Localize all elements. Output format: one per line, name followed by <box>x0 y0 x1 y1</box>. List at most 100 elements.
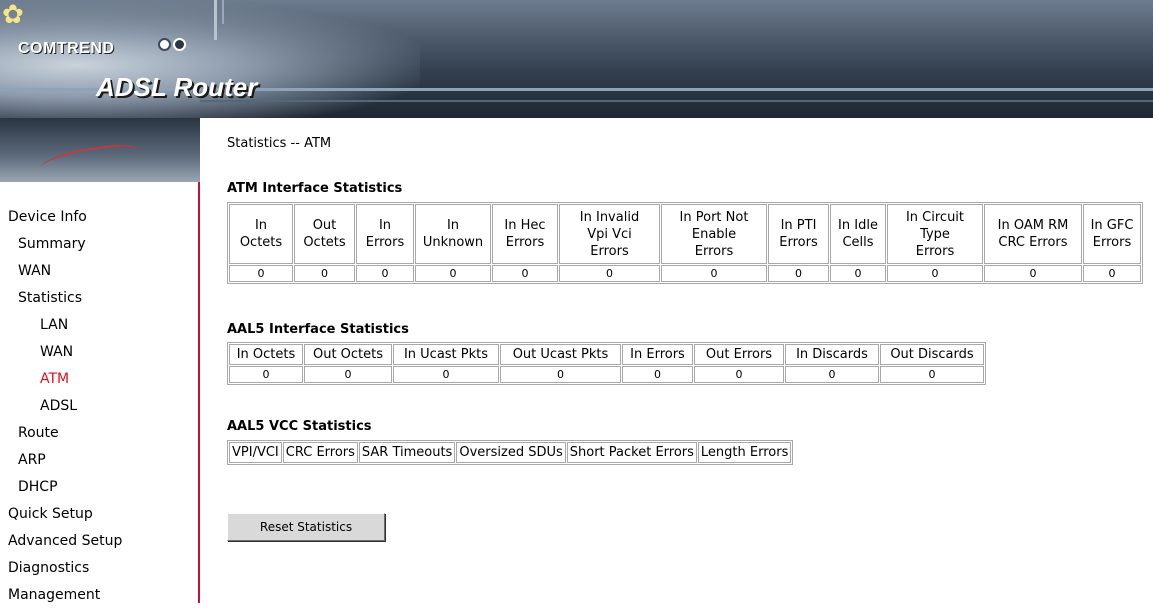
table-cell: 0 <box>356 265 414 282</box>
column-header: In Idle Cells <box>830 204 886 264</box>
column-header: Out Errors <box>694 344 784 365</box>
page-title: Statistics -- ATM <box>227 136 332 151</box>
column-header-line: In Port Not <box>679 209 749 225</box>
column-header: Out Octets <box>304 344 392 365</box>
column-header-line: Unknown <box>422 235 484 250</box>
table-cell: 0 <box>559 265 660 282</box>
column-header-line: Errors <box>505 235 545 250</box>
sidebar-header-art <box>0 118 200 182</box>
table-header-row: In Octets Out Octets In Ucast Pkts Out Ucas… <box>229 344 984 365</box>
column-header-line: Octets <box>303 235 346 250</box>
column-header: In Discards <box>785 344 879 365</box>
banner-decor-line <box>214 0 217 40</box>
column-header-line: Cells <box>842 235 874 250</box>
atm-interface-table: In Octets Out Octets In Errors In Unknown In Hec… <box>227 202 1143 284</box>
column-header: In Ucast Pkts <box>393 344 499 365</box>
column-header: In Octets <box>229 204 293 264</box>
sidebar-item-advanced-setup[interactable]: Advanced Setup <box>8 528 198 555</box>
column-header: In Octets <box>229 344 303 365</box>
column-header: In OAM RM CRC Errors <box>984 204 1082 264</box>
column-header-line: Errors <box>915 243 955 259</box>
table-cell: 0 <box>415 265 491 282</box>
column-header-line: In PTI <box>780 218 817 233</box>
table-cell: 0 <box>393 366 499 383</box>
column-header: Short Packet Errors <box>566 442 697 463</box>
aal5-vcc-table: VPI/VCI CRC Errors SAR Timeouts Oversized S… <box>227 440 794 465</box>
sidebar-item-quick-setup[interactable]: Quick Setup <box>8 501 198 528</box>
table-cell: 0 <box>294 265 355 282</box>
table-cell: 0 <box>229 366 303 383</box>
column-header: In Port Not Enable Errors <box>661 204 767 264</box>
table-cell: 0 <box>304 366 392 383</box>
column-header: Oversized SDUs <box>456 442 566 463</box>
company-logo-text: COMTREND <box>18 40 115 57</box>
swoosh-decoration <box>38 141 142 177</box>
sidebar-item-lan[interactable]: LAN <box>8 312 198 339</box>
column-header: Length Errors <box>697 442 792 463</box>
sidebar-item-wan[interactable]: WAN <box>8 258 198 285</box>
vcc-section-title: AAL5 VCC Statistics <box>227 419 372 434</box>
table-cell: 0 <box>785 366 879 383</box>
column-header-line: In Hec <box>504 218 546 233</box>
column-header-line: In <box>378 218 392 233</box>
column-header-line: Octets <box>239 235 283 250</box>
sidebar-item-adsl[interactable]: ADSL <box>8 393 198 420</box>
reset-statistics-button[interactable]: Reset Statistics <box>227 513 385 541</box>
column-header: In Hec Errors <box>492 204 558 264</box>
sidebar-item-diagnostics[interactable]: Diagnostics <box>8 555 198 582</box>
flower-logo-icon: ✿ <box>2 0 24 30</box>
column-header: In Circuit Type Errors <box>887 204 983 264</box>
table-cell: 0 <box>492 265 558 282</box>
table-cell: 0 <box>768 265 829 282</box>
table-row: 00000000 <box>229 366 984 383</box>
column-header: In Unknown <box>415 204 491 264</box>
sidebar-item-route[interactable]: Route <box>8 420 198 447</box>
table-cell: 0 <box>229 265 293 282</box>
logo-circles-icon <box>158 38 188 55</box>
table-cell: 0 <box>1083 265 1141 282</box>
column-header: VPI/VCI <box>229 442 282 463</box>
header-banner: ✿ COMTREND ADSL Router <box>0 0 1153 118</box>
column-header-line: In <box>446 218 460 233</box>
table-row: 000000000000 <box>229 265 1141 282</box>
column-header-line: Errors <box>694 243 734 259</box>
sidebar-item-management[interactable]: Management <box>8 582 198 609</box>
sidebar-item-atm[interactable]: ATM <box>8 366 198 393</box>
column-header-line: In Invalid <box>579 209 640 225</box>
aal5-interface-table: In Octets Out Octets In Ucast Pkts Out Ucas… <box>227 342 986 385</box>
table-cell: 0 <box>661 265 767 282</box>
aal5-section-title: AAL5 Interface Statistics <box>227 322 409 337</box>
column-header-line: Errors <box>779 235 818 250</box>
column-header: Out Octets <box>294 204 355 264</box>
sidebar-item-arp[interactable]: ARP <box>8 447 198 474</box>
banner-decor-line <box>222 0 224 24</box>
product-title: ADSL Router <box>96 72 258 102</box>
column-header: SAR Timeouts <box>358 442 456 463</box>
sidebar-item-device-info[interactable]: Device Info <box>8 204 198 231</box>
sidebar-item-wan[interactable]: WAN <box>8 339 198 366</box>
column-header-line: In Circuit <box>905 209 965 225</box>
table-cell: 0 <box>887 265 983 282</box>
table-cell: 0 <box>984 265 1082 282</box>
sidebar-item-dhcp[interactable]: DHCP <box>8 474 198 501</box>
table-header-row: In Octets Out Octets In Errors In Unknown In Hec… <box>229 204 1141 264</box>
sidebar-item-summary[interactable]: Summary <box>8 231 198 258</box>
table-cell: 0 <box>830 265 886 282</box>
column-header: In Errors <box>356 204 414 264</box>
column-header: In Errors <box>622 344 693 365</box>
table-cell: 0 <box>622 366 693 383</box>
table-cell: 0 <box>694 366 784 383</box>
column-header: Out Discards <box>880 344 984 365</box>
column-header: In Invalid Vpi Vci Errors <box>559 204 660 264</box>
column-header: In GFC Errors <box>1083 204 1141 264</box>
column-header-line: Errors <box>590 243 629 259</box>
column-header-line: Errors <box>1092 235 1132 250</box>
column-header-line: Errors <box>365 235 405 250</box>
table-cell: 0 <box>880 366 984 383</box>
column-header-line: CRC Errors <box>998 235 1068 250</box>
atm-section-title: ATM Interface Statistics <box>227 181 403 196</box>
sidebar-item-statistics[interactable]: Statistics <box>8 285 198 312</box>
column-header-line: In OAM RM <box>997 218 1069 233</box>
sidebar-nav: Device Info Summary WAN Statistics LAN WAN ATM… <box>8 204 198 609</box>
column-header-line: Enable <box>691 226 737 242</box>
